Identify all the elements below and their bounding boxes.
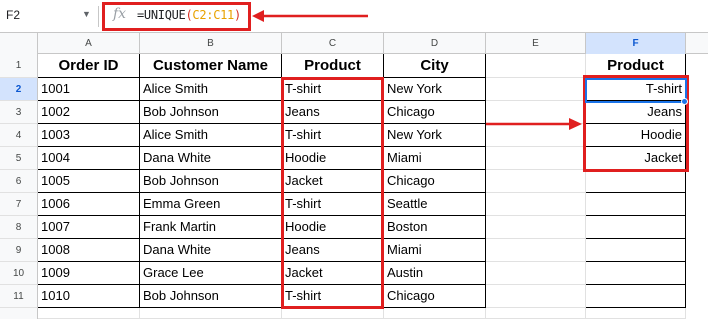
row-header-1[interactable]: 1 bbox=[0, 54, 38, 78]
cell-f10[interactable] bbox=[586, 262, 686, 285]
cell-city[interactable]: Chicago bbox=[384, 285, 486, 308]
header-customer-name[interactable]: Customer Name bbox=[140, 54, 282, 78]
cell-f9[interactable] bbox=[586, 239, 686, 262]
row-header-3[interactable]: 3 bbox=[0, 101, 38, 124]
cell-f11[interactable] bbox=[586, 285, 686, 308]
row-header-4[interactable]: 4 bbox=[0, 124, 38, 147]
cell-order-id[interactable]: 1009 bbox=[38, 262, 140, 285]
cell-customer-name[interactable]: Alice Smith bbox=[140, 124, 282, 147]
cell-order-id[interactable]: 1010 bbox=[38, 285, 140, 308]
cell-order-id[interactable]: 1005 bbox=[38, 170, 140, 193]
cell-e10[interactable] bbox=[486, 262, 586, 285]
cell-e6[interactable] bbox=[486, 170, 586, 193]
header-order-id[interactable]: Order ID bbox=[38, 54, 140, 78]
column-header-d[interactable]: D bbox=[384, 33, 486, 54]
row-header-11[interactable]: 11 bbox=[0, 285, 38, 308]
cell-city[interactable]: Miami bbox=[384, 147, 486, 170]
cell-order-id[interactable]: 1003 bbox=[38, 124, 140, 147]
name-box-dropdown-icon[interactable]: ▼ bbox=[82, 9, 91, 19]
cell-customer-name[interactable]: Frank Martin bbox=[140, 216, 282, 239]
header-product[interactable]: Product bbox=[282, 54, 384, 78]
cell-city[interactable]: New York bbox=[384, 124, 486, 147]
cell-e2[interactable] bbox=[486, 78, 586, 101]
fill-handle[interactable] bbox=[681, 98, 688, 105]
cell-row-12[interactable] bbox=[486, 308, 586, 319]
cell-order-id[interactable]: 1004 bbox=[38, 147, 140, 170]
cell-f7[interactable] bbox=[586, 193, 686, 216]
cell-customer-name[interactable]: Bob Johnson bbox=[140, 170, 282, 193]
cell-e9[interactable] bbox=[486, 239, 586, 262]
cell-e1[interactable] bbox=[486, 54, 586, 78]
cell-row-12[interactable] bbox=[586, 308, 686, 319]
header-city[interactable]: City bbox=[384, 54, 486, 78]
cell-order-id[interactable]: 1006 bbox=[38, 193, 140, 216]
column-header-f[interactable]: F bbox=[586, 33, 686, 54]
row-header-8[interactable]: 8 bbox=[0, 216, 38, 239]
cell-city[interactable]: Miami bbox=[384, 239, 486, 262]
cell-customer-name[interactable]: Alice Smith bbox=[140, 78, 282, 101]
cell-order-id[interactable]: 1002 bbox=[38, 101, 140, 124]
cell-row-12[interactable] bbox=[282, 308, 384, 319]
cell-e5[interactable] bbox=[486, 147, 586, 170]
cell-row-12[interactable] bbox=[140, 308, 282, 319]
cell-city[interactable]: New York bbox=[384, 78, 486, 101]
row-header-9[interactable]: 9 bbox=[0, 239, 38, 262]
cell-customer-name[interactable]: Dana White bbox=[140, 147, 282, 170]
result-arrow bbox=[486, 118, 582, 130]
cell-customer-name[interactable]: Bob Johnson bbox=[140, 285, 282, 308]
cell-e7[interactable] bbox=[486, 193, 586, 216]
product-column-highlight-box bbox=[281, 77, 384, 309]
cell-order-id[interactable]: 1001 bbox=[38, 78, 140, 101]
active-cell-f2[interactable] bbox=[585, 78, 687, 103]
cell-order-id[interactable]: 1007 bbox=[38, 216, 140, 239]
cell-e11[interactable] bbox=[486, 285, 586, 308]
column-headers: A B C D E F bbox=[0, 33, 708, 54]
cell-customer-name[interactable]: Dana White bbox=[140, 239, 282, 262]
cell-f6[interactable] bbox=[586, 170, 686, 193]
row-header-7[interactable]: 7 bbox=[0, 193, 38, 216]
cell-row-12[interactable] bbox=[38, 308, 140, 319]
row-header-5[interactable]: 5 bbox=[0, 147, 38, 170]
cell-city[interactable]: Austin bbox=[384, 262, 486, 285]
cell-row-12[interactable] bbox=[384, 308, 486, 319]
row-header-2[interactable]: 2 bbox=[0, 78, 38, 101]
row-header-12[interactable] bbox=[0, 308, 38, 319]
row-header-6[interactable]: 6 bbox=[0, 170, 38, 193]
cell-customer-name[interactable]: Bob Johnson bbox=[140, 101, 282, 124]
formula-highlight-box bbox=[102, 2, 251, 31]
formula-bar-divider bbox=[98, 6, 99, 27]
column-header-e[interactable]: E bbox=[486, 33, 586, 54]
column-header-a[interactable]: A bbox=[38, 33, 140, 54]
select-all-corner[interactable] bbox=[0, 33, 38, 54]
cell-f8[interactable] bbox=[586, 216, 686, 239]
cell-city[interactable]: Chicago bbox=[384, 170, 486, 193]
name-box[interactable]: F2 bbox=[6, 8, 20, 22]
column-header-b[interactable]: B bbox=[140, 33, 282, 54]
column-header-c[interactable]: C bbox=[282, 33, 384, 54]
cell-city[interactable]: Seattle bbox=[384, 193, 486, 216]
cell-e8[interactable] bbox=[486, 216, 586, 239]
cell-customer-name[interactable]: Emma Green bbox=[140, 193, 282, 216]
formula-arrow bbox=[252, 10, 368, 22]
cell-order-id[interactable]: 1008 bbox=[38, 239, 140, 262]
cell-customer-name[interactable]: Grace Lee bbox=[140, 262, 282, 285]
cell-city[interactable]: Chicago bbox=[384, 101, 486, 124]
cell-city[interactable]: Boston bbox=[384, 216, 486, 239]
row-header-10[interactable]: 10 bbox=[0, 262, 38, 285]
